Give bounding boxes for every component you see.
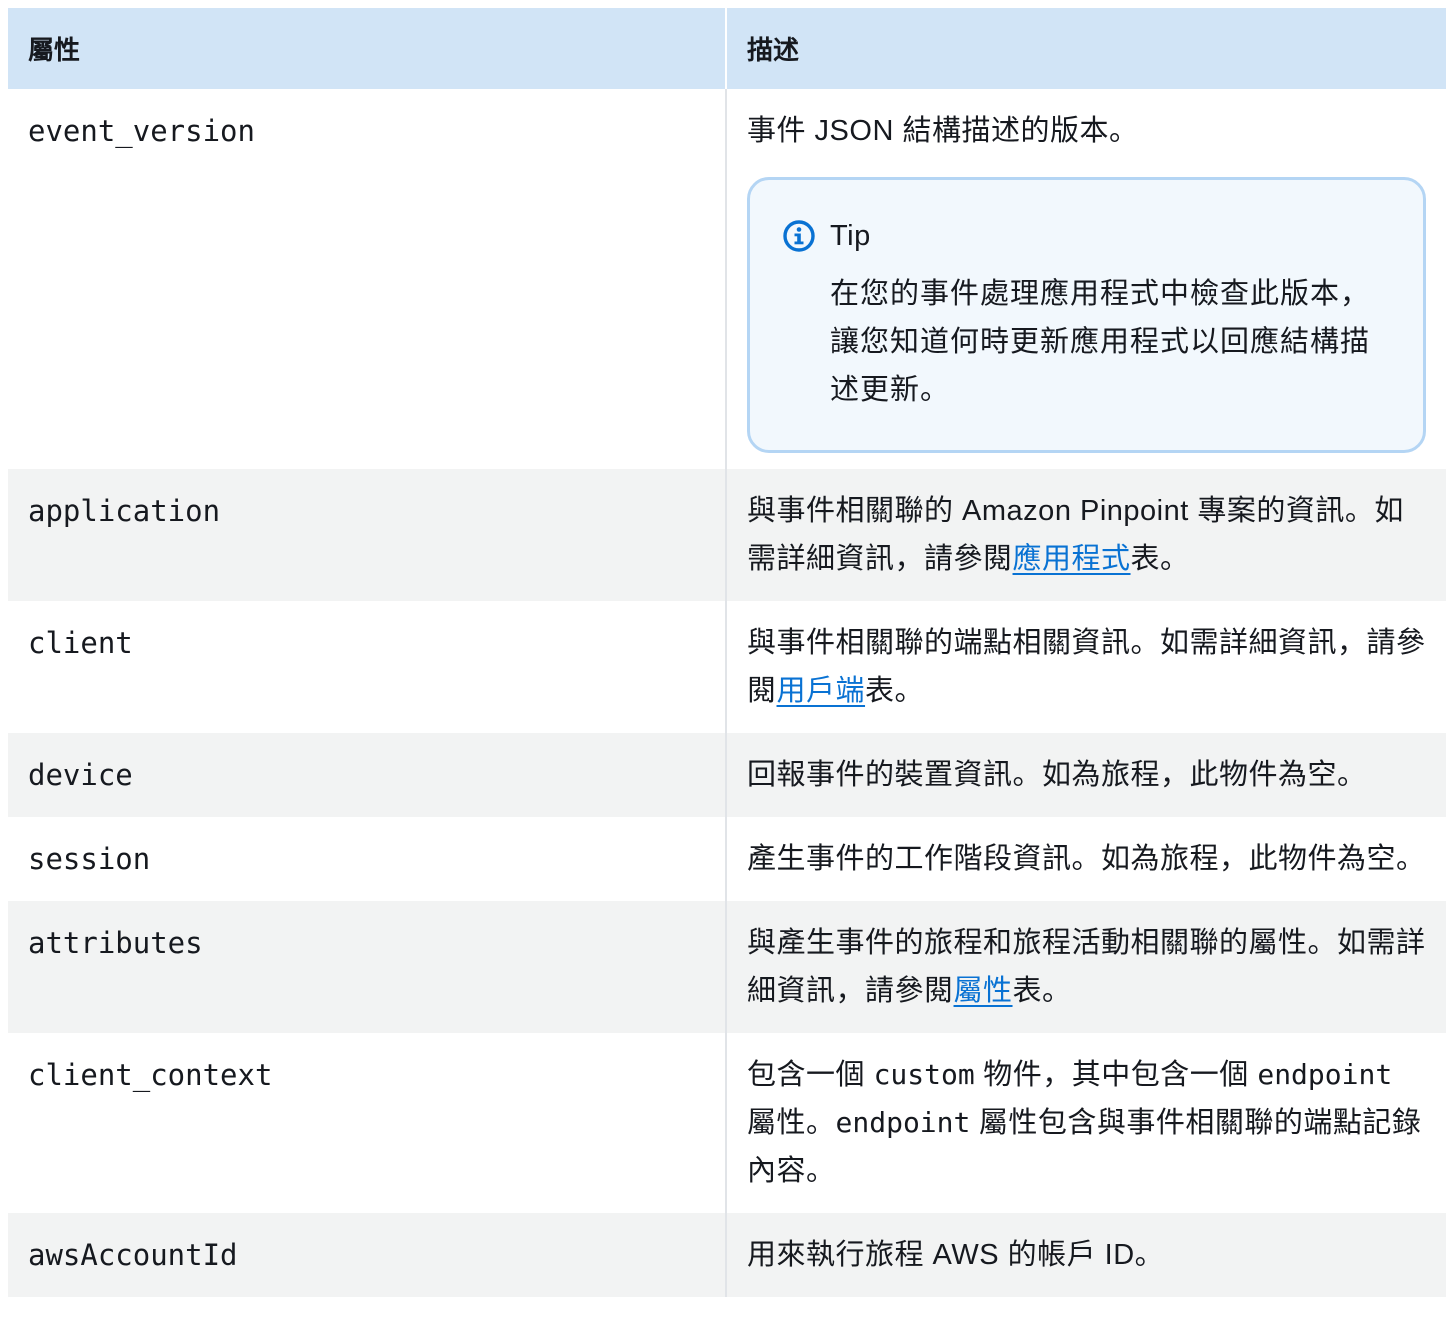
header-description: 描述: [726, 8, 1446, 89]
attributes-table-link[interactable]: 屬性: [954, 975, 1013, 1007]
description-text: 與產生事件的旅程和旅程活動相關聯的屬性。如需詳細資訊，請參閱: [747, 927, 1426, 1007]
description-text: 事件 JSON 結構描述的版本。: [747, 115, 1139, 147]
table-row: attributes 與產生事件的旅程和旅程活動相關聯的屬性。如需詳細資訊，請參…: [8, 901, 1446, 1033]
attribute-name: client_context: [8, 1033, 727, 1213]
table-row: application 與事件相關聯的 Amazon Pinpoint 專案的資…: [8, 469, 1446, 601]
table-row: awsAccountId 用來執行旅程 AWS 的帳戶 ID。: [8, 1213, 1446, 1297]
tip-title: Tip: [830, 220, 871, 252]
attribute-name: device: [8, 733, 727, 817]
table-row: session 產生事件的工作階段資訊。如為旅程，此物件為空。: [8, 817, 1446, 901]
attribute-description: 與事件相關聯的 Amazon Pinpoint 專案的資訊。如需詳細資訊，請參閱…: [726, 469, 1446, 601]
attribute-description: 用來執行旅程 AWS 的帳戶 ID。: [726, 1213, 1446, 1297]
table-row: client 與事件相關聯的端點相關資訊。如需詳細資訊，請參閱用戶端表。: [8, 601, 1446, 733]
table-row: event_version 事件 JSON 結構描述的版本。 Tip 在您的事件…: [8, 89, 1446, 469]
attribute-description: 包含一個 custom 物件，其中包含一個 endpoint 屬性。endpoi…: [726, 1033, 1446, 1213]
description-text-tail: 表。: [1130, 543, 1190, 575]
attribute-description: 事件 JSON 結構描述的版本。 Tip 在您的事件處理應用程式中檢查此版本，讓…: [726, 89, 1446, 469]
attribute-description: 與產生事件的旅程和旅程活動相關聯的屬性。如需詳細資訊，請參閱屬性表。: [726, 901, 1446, 1033]
attribute-description: 產生事件的工作階段資訊。如為旅程，此物件為空。: [726, 817, 1446, 901]
tip-body: 在您的事件處理應用程式中檢查此版本，讓您知道何時更新應用程式以回應結構描述更新。: [830, 278, 1371, 406]
attribute-name: session: [8, 817, 727, 901]
attribute-description: 回報事件的裝置資訊。如為旅程，此物件為空。: [726, 733, 1446, 817]
inline-code: custom: [873, 1058, 975, 1091]
description-text: 物件，其中包含一個: [974, 1059, 1258, 1091]
attribute-name: client: [8, 601, 727, 733]
description-text-tail: 表。: [865, 675, 925, 707]
attribute-name: attributes: [8, 901, 727, 1033]
table-row: client_context 包含一個 custom 物件，其中包含一個 end…: [8, 1033, 1446, 1213]
description-text-tail: 表。: [1012, 975, 1072, 1007]
attribute-name: event_version: [8, 89, 727, 469]
client-table-link[interactable]: 用戶端: [777, 675, 866, 707]
tip-header: Tip: [782, 216, 1383, 256]
table-row: device 回報事件的裝置資訊。如為旅程，此物件為空。: [8, 733, 1446, 817]
header-row: 屬性 描述: [8, 8, 1446, 89]
application-table-link[interactable]: 應用程式: [1013, 543, 1131, 575]
description-text: 屬性。: [747, 1107, 836, 1139]
info-icon: [782, 219, 816, 253]
tip-callout: Tip 在您的事件處理應用程式中檢查此版本，讓您知道何時更新應用程式以回應結構描…: [747, 177, 1426, 453]
attribute-name: awsAccountId: [8, 1213, 727, 1297]
attribute-name: application: [8, 469, 727, 601]
attributes-table: 屬性 描述 event_version 事件 JSON 結構描述的版本。 Tip…: [8, 8, 1446, 1297]
table-header: 屬性 描述: [8, 8, 1446, 89]
description-text: 包含一個: [747, 1059, 874, 1091]
attribute-description: 與事件相關聯的端點相關資訊。如需詳細資訊，請參閱用戶端表。: [726, 601, 1446, 733]
inline-code: endpoint: [835, 1106, 971, 1139]
inline-code: endpoint: [1257, 1058, 1393, 1091]
header-attribute: 屬性: [8, 8, 727, 89]
